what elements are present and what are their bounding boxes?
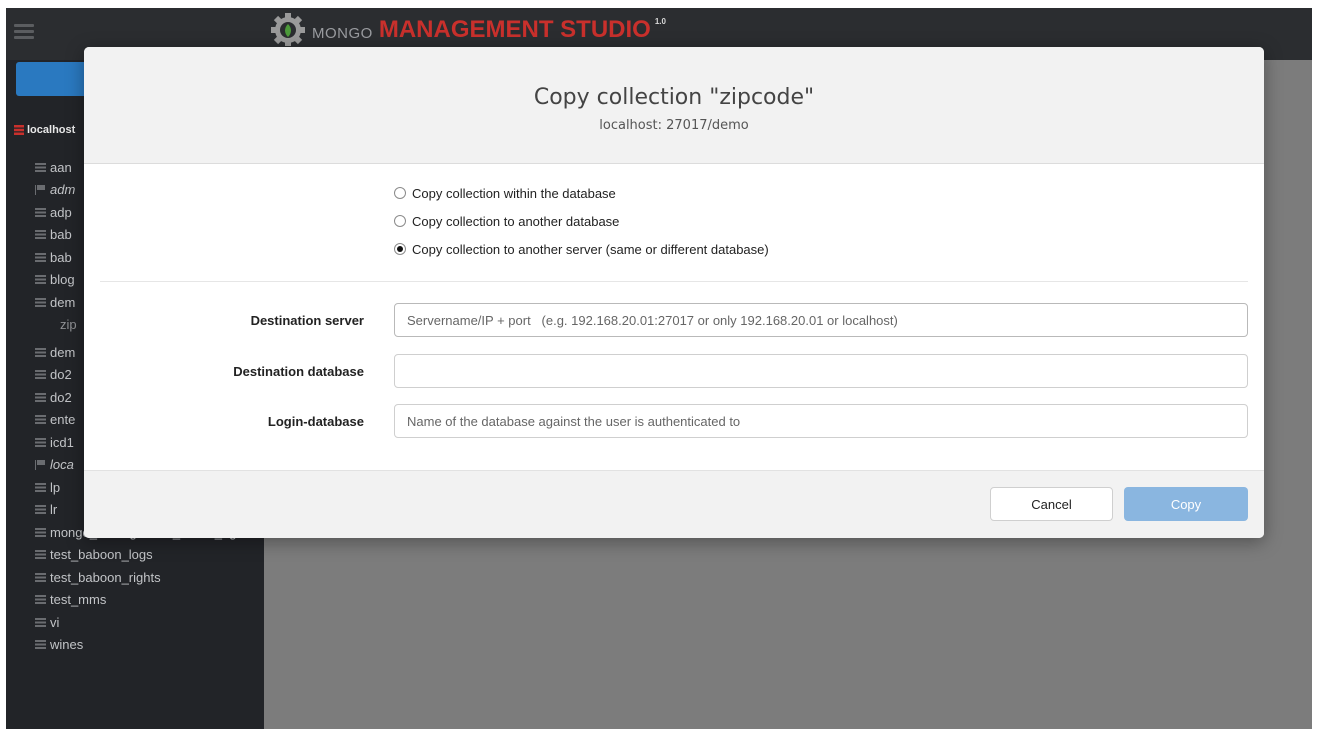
database-icon [35, 595, 46, 605]
database-icon [35, 347, 46, 357]
database-icon [35, 640, 46, 650]
sidebar-item-label: test_baboon_rights [50, 569, 161, 585]
radio-within-database[interactable]: Copy collection within the database [394, 179, 769, 207]
destination-database-input[interactable] [394, 354, 1248, 388]
sidebar-item-label: bab [50, 249, 72, 265]
sidebar-item-label: zip [60, 317, 77, 333]
database-icon [35, 275, 46, 285]
radio-label: Copy collection within the database [412, 185, 616, 201]
flag-icon [35, 185, 46, 196]
sidebar-item-label: loca [50, 457, 74, 473]
database-icon [35, 482, 46, 492]
brand-prefix: MONGO [312, 24, 373, 42]
sidebar-item-label: vi [50, 614, 60, 630]
sidebar-item-label: wines [50, 637, 84, 653]
sidebar-item-label: dem [50, 294, 76, 310]
radio-button[interactable] [394, 215, 406, 227]
destination-database-row: Destination database [84, 354, 1264, 390]
radio-button[interactable] [394, 187, 406, 199]
menu-icon[interactable] [14, 24, 34, 40]
sidebar-item-label: bab [50, 227, 72, 243]
database-icon [35, 162, 46, 172]
radio-label: Copy collection to another server (same … [412, 241, 769, 257]
sidebar-item-label: do2 [50, 389, 72, 405]
login-database-input[interactable] [394, 404, 1248, 438]
divider [100, 281, 1248, 282]
database-icon [35, 415, 46, 425]
sidebar-item-label: icd1 [50, 434, 74, 450]
radio-label: Copy collection to another database [412, 213, 620, 229]
sidebar-item-label: aan [50, 159, 72, 175]
database-icon [35, 207, 46, 217]
radio-another-server[interactable]: Copy collection to another server (same … [394, 235, 769, 263]
dialog-footer: Cancel Copy [84, 470, 1264, 538]
flag-icon [35, 460, 46, 471]
login-database-label: Login-database [267, 414, 364, 429]
database-icon [35, 527, 46, 537]
database-icon [35, 617, 46, 627]
destination-server-row: Destination server [84, 303, 1264, 339]
sidebar-item-label: adm [50, 182, 76, 198]
sidebar-item-label: ente [50, 412, 76, 428]
database-icon [35, 252, 46, 262]
destination-server-input[interactable] [394, 303, 1248, 337]
login-database-row: Login-database [84, 404, 1264, 440]
gear-logo-icon [271, 13, 305, 46]
sidebar-item-label: lp [50, 479, 61, 495]
app-window: MONGO MANAGEMENT STUDIO 1.0 localhost aa… [6, 8, 1312, 729]
sidebar-item-label: test_mms [50, 592, 107, 608]
server-label: localhost [27, 124, 76, 136]
dialog-title: Copy collection "zipcode" [533, 85, 815, 110]
brand: MONGO MANAGEMENT STUDIO 1.0 [270, 8, 666, 48]
server-icon [14, 125, 24, 135]
sidebar-database-item[interactable]: vi [6, 611, 264, 634]
brand-title: MANAGEMENT STUDIO [378, 16, 651, 43]
brand-version: 1.0 [654, 16, 666, 26]
sidebar-database-item[interactable]: test_mms [6, 589, 264, 612]
sidebar-database-item[interactable]: test_baboon_logs [6, 544, 264, 567]
database-icon [35, 370, 46, 380]
database-icon [35, 505, 46, 515]
database-icon [35, 297, 46, 307]
destination-server-label: Destination server [250, 313, 364, 328]
dialog-subtitle: localhost: 27017/demo [599, 118, 749, 133]
cancel-button[interactable]: Cancel [990, 487, 1113, 521]
server-item[interactable]: localhost [14, 124, 75, 136]
database-icon [35, 437, 46, 447]
database-icon [35, 572, 46, 582]
copy-mode-radio-group: Copy collection within the database Copy… [394, 179, 769, 263]
copy-button[interactable]: Copy [1124, 487, 1248, 521]
destination-database-label: Destination database [233, 364, 364, 379]
radio-another-database[interactable]: Copy collection to another database [394, 207, 769, 235]
dialog-header: Copy collection "zipcode" localhost: 270… [84, 47, 1264, 164]
sidebar-item-label: test_baboon_logs [50, 547, 153, 563]
database-icon [35, 230, 46, 240]
database-icon [35, 392, 46, 402]
copy-collection-dialog: Copy collection "zipcode" localhost: 270… [84, 47, 1264, 538]
sidebar-item-label: blog [50, 272, 75, 288]
sidebar-database-item[interactable]: wines [6, 634, 264, 657]
sidebar-item-label: dem [50, 344, 76, 360]
database-icon [35, 550, 46, 560]
radio-button[interactable] [394, 243, 406, 255]
sidebar-item-label: lr [50, 502, 58, 518]
sidebar-item-label: do2 [50, 367, 72, 383]
sidebar-database-item[interactable]: test_baboon_rights [6, 566, 264, 589]
sidebar-item-label: adp [50, 204, 72, 220]
